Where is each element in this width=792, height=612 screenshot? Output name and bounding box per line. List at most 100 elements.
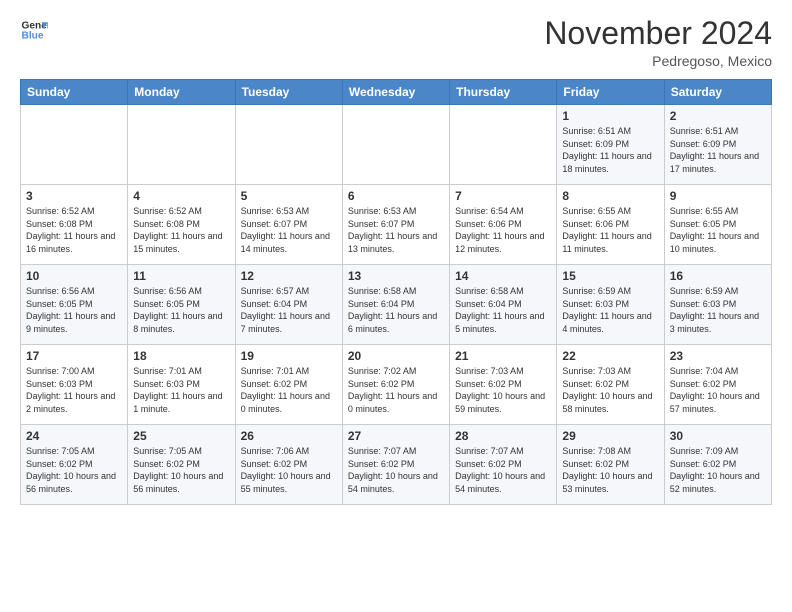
calendar-cell: 5Sunrise: 6:53 AM Sunset: 6:07 PM Daylig… xyxy=(235,185,342,265)
weekday-header: Tuesday xyxy=(235,80,342,105)
day-number: 6 xyxy=(348,189,444,203)
day-number: 25 xyxy=(133,429,229,443)
calendar-cell: 10Sunrise: 6:56 AM Sunset: 6:05 PM Dayli… xyxy=(21,265,128,345)
day-number: 20 xyxy=(348,349,444,363)
cell-content: Sunrise: 7:07 AM Sunset: 6:02 PM Dayligh… xyxy=(348,445,444,495)
day-number: 26 xyxy=(241,429,337,443)
cell-content: Sunrise: 6:57 AM Sunset: 6:04 PM Dayligh… xyxy=(241,285,337,335)
cell-content: Sunrise: 6:59 AM Sunset: 6:03 PM Dayligh… xyxy=(670,285,766,335)
calendar-cell: 2 Sunrise: 6:51 AM Sunset: 6:09 PM Daylig… xyxy=(664,105,771,185)
cell-content: Sunrise: 6:55 AM Sunset: 6:06 PM Dayligh… xyxy=(562,205,658,255)
calendar-cell: 19Sunrise: 7:01 AM Sunset: 6:02 PM Dayli… xyxy=(235,345,342,425)
calendar-cell: 26Sunrise: 7:06 AM Sunset: 6:02 PM Dayli… xyxy=(235,425,342,505)
calendar-cell: 12 Sunrise: 6:57 AM Sunset: 6:04 PM Dayli… xyxy=(235,265,342,345)
calendar-cell: 24Sunrise: 7:05 AM Sunset: 6:02 PM Dayli… xyxy=(21,425,128,505)
cell-content: Sunrise: 6:59 AM Sunset: 6:03 PM Dayligh… xyxy=(562,285,658,335)
calendar-cell: 20 Sunrise: 7:02 AM Sunset: 6:02 PM Dayli… xyxy=(342,345,449,425)
cell-content: Sunrise: 6:51 AM Sunset: 6:09 PM Dayligh… xyxy=(670,125,766,175)
calendar-cell: 7Sunrise: 6:54 AM Sunset: 6:06 PM Daylig… xyxy=(450,185,557,265)
cell-content: Sunrise: 7:03 AM Sunset: 6:02 PM Dayligh… xyxy=(455,365,551,415)
cell-content: Sunrise: 7:09 AM Sunset: 6:02 PM Dayligh… xyxy=(670,445,766,495)
calendar-cell: 11 Sunrise: 6:56 AM Sunset: 6:05 PM Dayli… xyxy=(128,265,235,345)
day-number: 23 xyxy=(670,349,766,363)
cell-content: Sunrise: 6:54 AM Sunset: 6:06 PM Dayligh… xyxy=(455,205,551,255)
calendar-cell: 8 Sunrise: 6:55 AM Sunset: 6:06 PM Daylig… xyxy=(557,185,664,265)
calendar-cell: 14 Sunrise: 6:58 AM Sunset: 6:04 PM Dayli… xyxy=(450,265,557,345)
calendar-body: 1 Sunrise: 6:51 AM Sunset: 6:09 PM Daylig… xyxy=(21,105,772,505)
logo-icon: General Blue xyxy=(20,16,48,44)
calendar-row: 3 Sunrise: 6:52 AM Sunset: 6:08 PM Daylig… xyxy=(21,185,772,265)
day-number: 3 xyxy=(26,189,122,203)
cell-content: Sunrise: 7:01 AM Sunset: 6:03 PM Dayligh… xyxy=(133,365,229,415)
calendar-row: 1 Sunrise: 6:51 AM Sunset: 6:09 PM Daylig… xyxy=(21,105,772,185)
calendar-cell: 17 Sunrise: 7:00 AM Sunset: 6:03 PM Dayli… xyxy=(21,345,128,425)
calendar-cell: 18Sunrise: 7:01 AM Sunset: 6:03 PM Dayli… xyxy=(128,345,235,425)
calendar-cell: 30Sunrise: 7:09 AM Sunset: 6:02 PM Dayli… xyxy=(664,425,771,505)
day-number: 8 xyxy=(562,189,658,203)
cell-content: Sunrise: 6:56 AM Sunset: 6:05 PM Dayligh… xyxy=(133,285,229,335)
cell-content: Sunrise: 6:53 AM Sunset: 6:07 PM Dayligh… xyxy=(241,205,337,255)
day-number: 27 xyxy=(348,429,444,443)
calendar-cell: 23 Sunrise: 7:04 AM Sunset: 6:02 PM Dayli… xyxy=(664,345,771,425)
calendar-cell xyxy=(128,105,235,185)
calendar-cell: 28 Sunrise: 7:07 AM Sunset: 6:02 PM Dayli… xyxy=(450,425,557,505)
calendar-cell xyxy=(21,105,128,185)
cell-content: Sunrise: 7:02 AM Sunset: 6:02 PM Dayligh… xyxy=(348,365,444,415)
cell-content: Sunrise: 6:51 AM Sunset: 6:09 PM Dayligh… xyxy=(562,125,658,175)
calendar-cell xyxy=(450,105,557,185)
day-number: 21 xyxy=(455,349,551,363)
month-title: November 2024 xyxy=(544,16,772,51)
day-number: 29 xyxy=(562,429,658,443)
calendar-cell: 1 Sunrise: 6:51 AM Sunset: 6:09 PM Daylig… xyxy=(557,105,664,185)
calendar-table: SundayMondayTuesdayWednesdayThursdayFrid… xyxy=(20,79,772,505)
day-number: 22 xyxy=(562,349,658,363)
day-number: 16 xyxy=(670,269,766,283)
day-number: 2 xyxy=(670,109,766,123)
cell-content: Sunrise: 6:55 AM Sunset: 6:05 PM Dayligh… xyxy=(670,205,766,255)
day-number: 9 xyxy=(670,189,766,203)
day-number: 12 xyxy=(241,269,337,283)
day-number: 4 xyxy=(133,189,229,203)
location: Pedregoso, Mexico xyxy=(544,53,772,69)
logo: General Blue xyxy=(20,16,48,44)
day-number: 13 xyxy=(348,269,444,283)
cell-content: Sunrise: 7:08 AM Sunset: 6:02 PM Dayligh… xyxy=(562,445,658,495)
cell-content: Sunrise: 7:04 AM Sunset: 6:02 PM Dayligh… xyxy=(670,365,766,415)
calendar-cell: 22Sunrise: 7:03 AM Sunset: 6:02 PM Dayli… xyxy=(557,345,664,425)
calendar-cell: 15 Sunrise: 6:59 AM Sunset: 6:03 PM Dayli… xyxy=(557,265,664,345)
cell-content: Sunrise: 7:05 AM Sunset: 6:02 PM Dayligh… xyxy=(26,445,122,495)
weekday-header: Sunday xyxy=(21,80,128,105)
calendar-cell: 3 Sunrise: 6:52 AM Sunset: 6:08 PM Daylig… xyxy=(21,185,128,265)
day-number: 28 xyxy=(455,429,551,443)
weekday-header: Friday xyxy=(557,80,664,105)
calendar-cell: 29 Sunrise: 7:08 AM Sunset: 6:02 PM Dayli… xyxy=(557,425,664,505)
calendar-cell: 25 Sunrise: 7:05 AM Sunset: 6:02 PM Dayli… xyxy=(128,425,235,505)
day-number: 17 xyxy=(26,349,122,363)
svg-text:Blue: Blue xyxy=(22,31,44,42)
calendar-cell: 27 Sunrise: 7:07 AM Sunset: 6:02 PM Dayli… xyxy=(342,425,449,505)
day-number: 14 xyxy=(455,269,551,283)
calendar-cell: 4 Sunrise: 6:52 AM Sunset: 6:08 PM Daylig… xyxy=(128,185,235,265)
day-number: 11 xyxy=(133,269,229,283)
cell-content: Sunrise: 7:05 AM Sunset: 6:02 PM Dayligh… xyxy=(133,445,229,495)
cell-content: Sunrise: 7:07 AM Sunset: 6:02 PM Dayligh… xyxy=(455,445,551,495)
calendar-row: 17 Sunrise: 7:00 AM Sunset: 6:03 PM Dayli… xyxy=(21,345,772,425)
header: General Blue November 2024 Pedregoso, Me… xyxy=(20,16,772,69)
weekday-header: Thursday xyxy=(450,80,557,105)
day-number: 15 xyxy=(562,269,658,283)
cell-content: Sunrise: 6:53 AM Sunset: 6:07 PM Dayligh… xyxy=(348,205,444,255)
weekday-header: Saturday xyxy=(664,80,771,105)
calendar-row: 24Sunrise: 7:05 AM Sunset: 6:02 PM Dayli… xyxy=(21,425,772,505)
calendar-cell: 9 Sunrise: 6:55 AM Sunset: 6:05 PM Daylig… xyxy=(664,185,771,265)
calendar-header: SundayMondayTuesdayWednesdayThursdayFrid… xyxy=(21,80,772,105)
weekday-header: Monday xyxy=(128,80,235,105)
calendar-cell: 21 Sunrise: 7:03 AM Sunset: 6:02 PM Dayli… xyxy=(450,345,557,425)
day-number: 1 xyxy=(562,109,658,123)
cell-content: Sunrise: 6:58 AM Sunset: 6:04 PM Dayligh… xyxy=(455,285,551,335)
cell-content: Sunrise: 6:52 AM Sunset: 6:08 PM Dayligh… xyxy=(26,205,122,255)
cell-content: Sunrise: 7:00 AM Sunset: 6:03 PM Dayligh… xyxy=(26,365,122,415)
cell-content: Sunrise: 6:56 AM Sunset: 6:05 PM Dayligh… xyxy=(26,285,122,335)
cell-content: Sunrise: 6:52 AM Sunset: 6:08 PM Dayligh… xyxy=(133,205,229,255)
calendar-cell: 6 Sunrise: 6:53 AM Sunset: 6:07 PM Daylig… xyxy=(342,185,449,265)
weekday-header: Wednesday xyxy=(342,80,449,105)
